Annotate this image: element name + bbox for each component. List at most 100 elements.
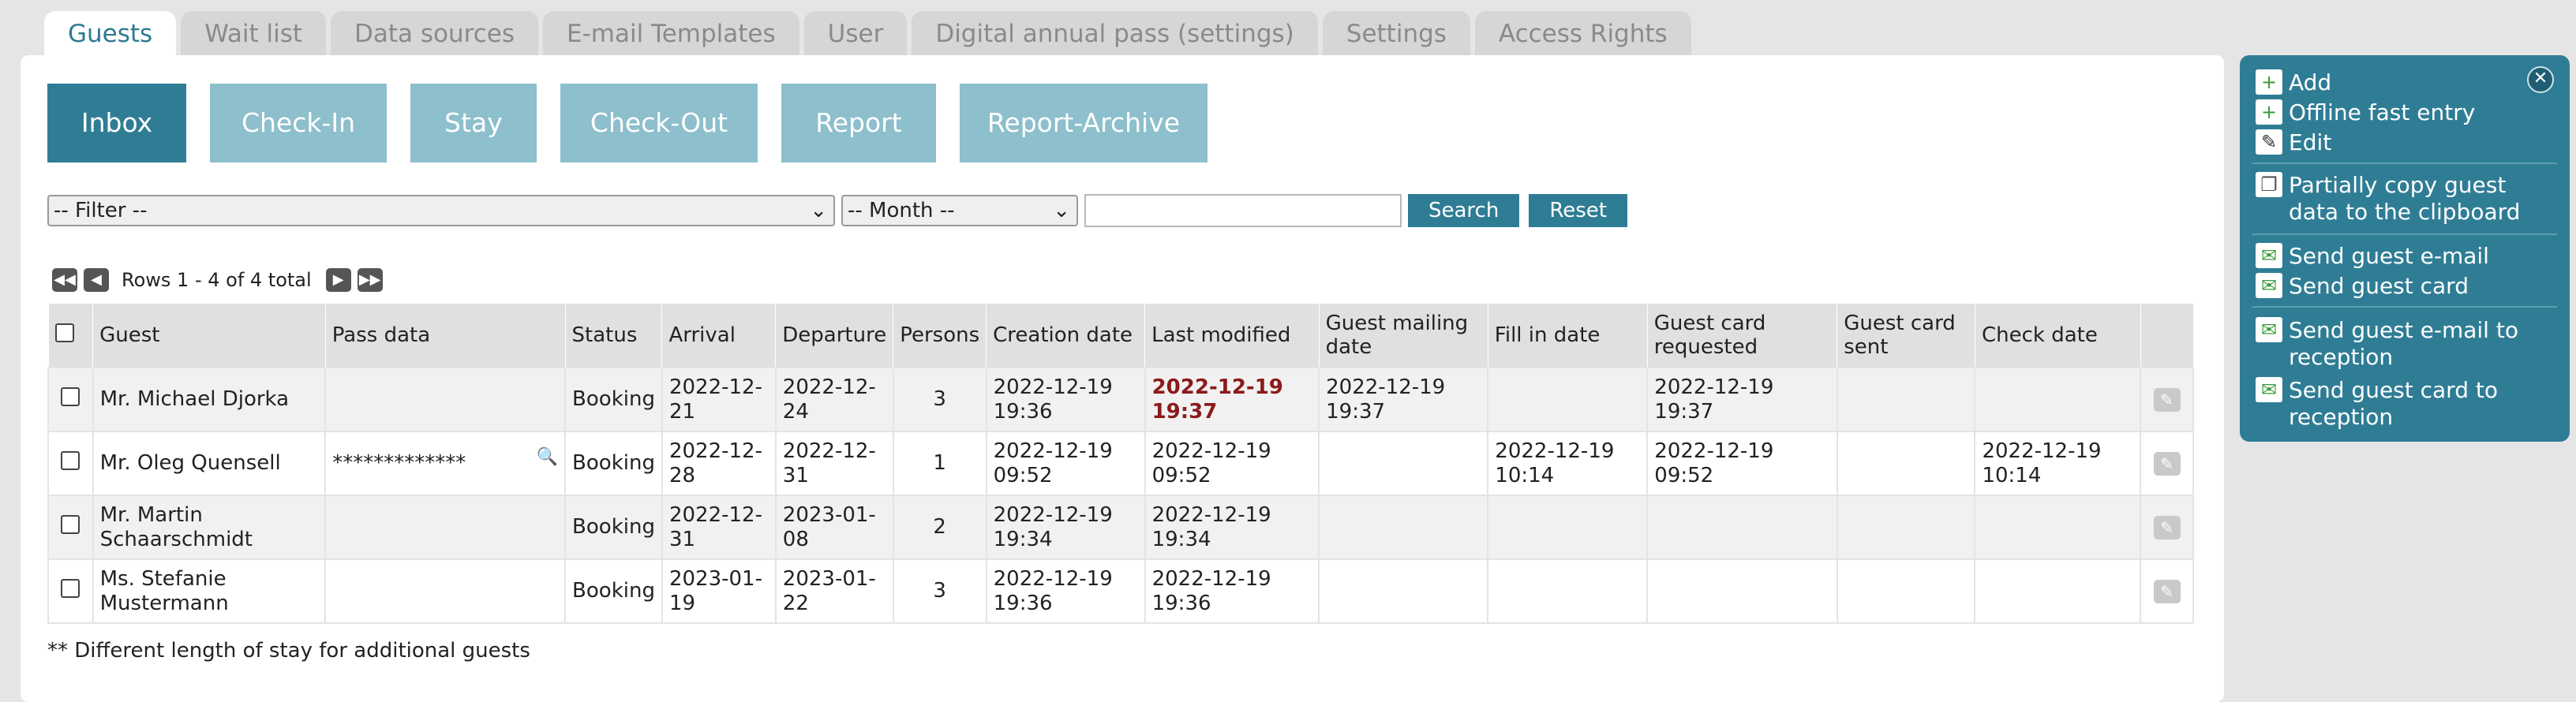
col-fill-in-date[interactable]: Fill in date <box>1487 303 1648 368</box>
edit-icon[interactable]: ✎ <box>2153 580 2181 603</box>
row-actions-cell: ✎ <box>2140 558 2194 624</box>
close-icon[interactable]: ✕ <box>2527 66 2554 93</box>
first-page-icon[interactable]: ◀◀ <box>52 268 77 292</box>
modified-cell: 2022-12-19 09:52 <box>1144 431 1320 496</box>
fillin-cell <box>1487 367 1649 432</box>
status-cell: Booking <box>564 558 663 624</box>
send-card-icon: ✉ <box>2256 377 2282 402</box>
last-page-icon[interactable]: ▶▶ <box>357 268 383 292</box>
select-all-checkbox[interactable] <box>54 323 74 342</box>
card-requested-cell: 2022-12-19 09:52 <box>1646 431 1838 496</box>
card-sent-cell <box>1836 431 1976 496</box>
stay-button[interactable]: Stay <box>410 84 537 162</box>
tab-user[interactable]: User <box>803 11 908 55</box>
status-cell: Booking <box>564 495 663 560</box>
edit-icon[interactable]: ✎ <box>2153 388 2181 412</box>
table-row[interactable]: Ms. Stefanie Mustermann Booking 2023-01-… <box>47 558 2194 624</box>
persons-cell: 3 <box>892 367 987 432</box>
table-row[interactable]: Mr. Michael Djorka Booking 2022-12-21 20… <box>47 367 2194 432</box>
col-guest-mailing-date[interactable]: Guest mailing date <box>1318 303 1488 368</box>
send-email-reception-label: Send guest e-mail to reception <box>2289 317 2518 370</box>
pass-value: ************* <box>332 451 466 475</box>
status-cell: Booking <box>564 431 663 496</box>
check-in-button[interactable]: Check-In <box>210 84 387 162</box>
table-row[interactable]: Mr. Martin Schaarschmidt Booking 2022-12… <box>47 495 2194 560</box>
edit-icon[interactable]: ✎ <box>2153 452 2181 476</box>
send-email-action[interactable]: ✉ Send guest e-mail <box>2256 243 2489 269</box>
col-pass-data[interactable]: Pass data <box>324 303 566 368</box>
filter-row: -- Filter -- ⌄ -- Month -- ⌄ Search Rese… <box>47 194 1637 227</box>
creation-cell: 2022-12-19 19:36 <box>985 558 1146 624</box>
search-button[interactable]: Search <box>1408 194 1520 227</box>
col-persons[interactable]: Persons <box>893 303 987 368</box>
col-status[interactable]: Status <box>564 303 663 368</box>
persons-cell: 2 <box>892 495 987 560</box>
col-guest[interactable]: Guest <box>92 303 326 368</box>
row-checkbox[interactable] <box>61 450 80 470</box>
next-page-icon[interactable]: ▶ <box>325 268 351 292</box>
tab-wait-list[interactable]: Wait list <box>181 11 327 55</box>
row-actions-cell: ✎ <box>2140 495 2194 560</box>
col-check-date[interactable]: Check date <box>1974 303 2141 368</box>
month-select[interactable]: -- Month -- ⌄ <box>841 195 1078 226</box>
col-actions <box>2140 303 2194 368</box>
col-last-modified[interactable]: Last modified <box>1144 303 1320 368</box>
check-out-button[interactable]: Check-Out <box>560 84 758 162</box>
tab-data-sources[interactable]: Data sources <box>331 11 538 55</box>
reset-button[interactable]: Reset <box>1529 194 1627 227</box>
guest-cell: Mr. Oleg Quensell <box>92 431 327 496</box>
row-select-cell <box>47 367 94 432</box>
col-creation-date[interactable]: Creation date <box>986 303 1146 368</box>
persons-cell: 1 <box>892 431 987 496</box>
edit-action[interactable]: ✎ Edit <box>2256 129 2331 155</box>
row-checkbox[interactable] <box>61 578 80 598</box>
copy-action[interactable]: ❐ Partially copy guest data to the clipb… <box>2256 172 2548 226</box>
tab-email-templates[interactable]: E-mail Templates <box>543 11 799 55</box>
card-requested-cell <box>1646 558 1838 624</box>
report-archive-button[interactable]: Report-Archive <box>960 84 1208 162</box>
row-checkbox[interactable] <box>61 514 80 534</box>
report-button[interactable]: Report <box>781 84 936 162</box>
footnote: ** Different length of stay for addition… <box>47 639 530 663</box>
row-checkbox[interactable] <box>61 386 80 406</box>
pass-cell <box>324 367 567 432</box>
send-card-reception-action[interactable]: ✉ Send guest card to reception <box>2256 377 2548 431</box>
col-departure[interactable]: Departure <box>775 303 894 368</box>
fillin-cell: 2022-12-19 10:14 <box>1487 431 1649 496</box>
tab-guests[interactable]: Guests <box>44 11 177 55</box>
check-cell <box>1974 495 2142 560</box>
edit-icon[interactable]: ✎ <box>2153 516 2181 540</box>
filter-select[interactable]: -- Filter -- ⌄ <box>47 195 835 226</box>
magnifier-icon[interactable]: 🔍 <box>537 445 558 469</box>
inbox-button[interactable]: Inbox <box>47 84 186 162</box>
tab-digital-annual-pass[interactable]: Digital annual pass (settings) <box>912 11 1318 55</box>
search-input[interactable] <box>1084 194 1402 227</box>
send-card-action[interactable]: ✉ Send guest card <box>2256 273 2469 299</box>
add-action[interactable]: + Add <box>2256 69 2331 95</box>
status-cell: Booking <box>564 367 663 432</box>
table-row[interactable]: Mr. Oleg Quensell ************* 🔍 Bookin… <box>47 431 2194 496</box>
plus-icon: + <box>2256 69 2282 95</box>
col-arrival[interactable]: Arrival <box>661 303 777 368</box>
prev-page-icon[interactable]: ◀ <box>84 268 109 292</box>
row-select-cell <box>47 431 94 496</box>
tab-settings[interactable]: Settings <box>1322 11 1470 55</box>
pager-text: Rows 1 - 4 of 4 total <box>122 269 312 291</box>
filter-select-value: -- Filter -- <box>54 199 148 222</box>
top-tabs: Guests Wait list Data sources E-mail Tem… <box>44 11 1696 55</box>
send-email-reception-action[interactable]: ✉ Send guest e-mail to reception <box>2256 317 2548 371</box>
row-select-cell <box>47 558 94 624</box>
guest-cell: Mr. Michael Djorka <box>92 367 327 432</box>
action-panel: ✕ + Add + Offline fast entry ✎ Edit ❐ Pa… <box>2240 55 2570 442</box>
card-requested-cell <box>1646 495 1838 560</box>
col-guest-card-sent[interactable]: Guest card sent <box>1837 303 1975 368</box>
divider <box>2252 162 2557 164</box>
offline-entry-action[interactable]: + Offline fast entry <box>2256 99 2475 125</box>
offline-label: Offline fast entry <box>2289 99 2476 125</box>
send-mail-icon: ✉ <box>2256 243 2282 268</box>
col-guest-card-requested[interactable]: Guest card requested <box>1646 303 1838 368</box>
pager: ◀◀ ◀ Rows 1 - 4 of 4 total ▶ ▶▶ <box>52 268 389 292</box>
add-label: Add <box>2289 69 2332 95</box>
tab-access-rights[interactable]: Access Rights <box>1474 11 1691 55</box>
card-requested-cell: 2022-12-19 19:37 <box>1646 367 1838 432</box>
